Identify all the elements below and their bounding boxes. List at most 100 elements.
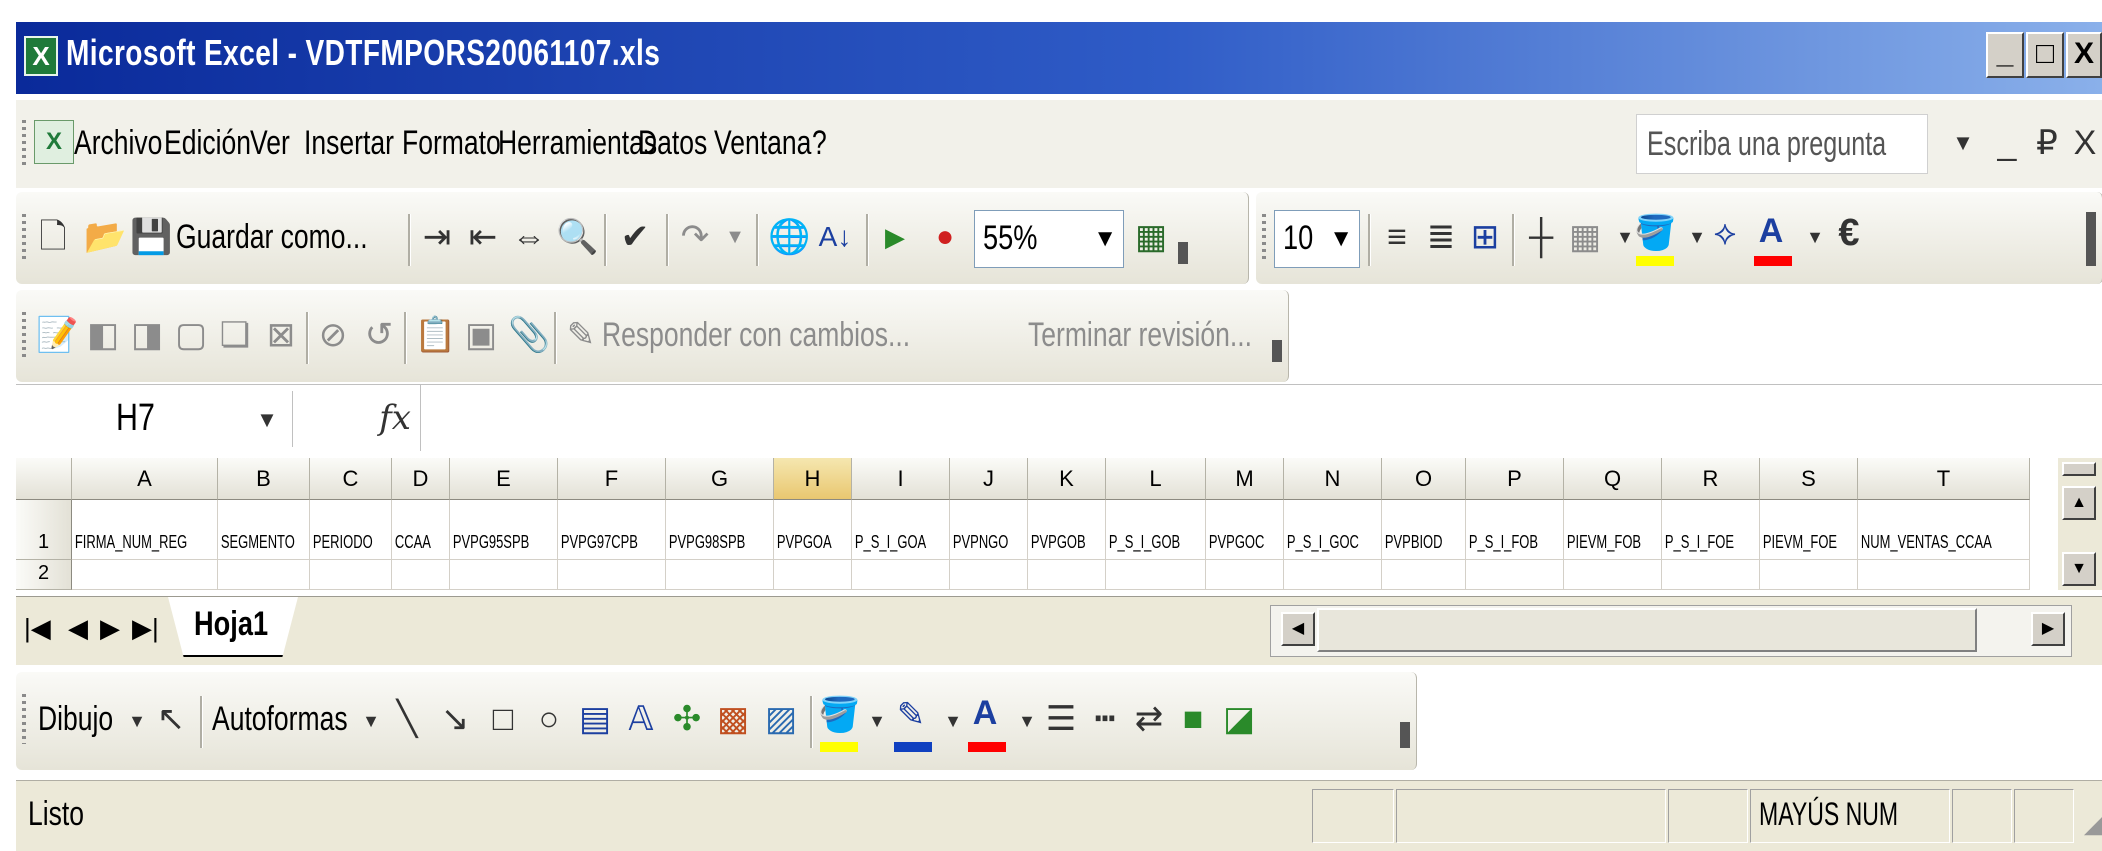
menu-help[interactable]: ? <box>812 124 827 163</box>
cell-l1[interactable]: P_S_I_GOB <box>1106 500 1206 560</box>
toolbar-grip[interactable] <box>1262 214 1266 262</box>
excel-app-icon[interactable]: X <box>24 36 58 76</box>
worksheet-grid[interactable]: ABCDEFGHIJKLMNOPQRST 1 2 FIRMA_NUM_REG SE… <box>16 458 2056 590</box>
autoshapes-dropdown-icon[interactable]: ▼ <box>352 700 390 742</box>
toolbar-options-icon[interactable] <box>1178 242 1188 264</box>
arrow-icon[interactable]: ↘ <box>436 698 474 740</box>
rectangle-icon[interactable]: □ <box>484 698 522 740</box>
line-icon[interactable]: ╲ <box>388 698 426 740</box>
cell-j1[interactable]: PVPNGO <box>950 500 1028 560</box>
cell-e2[interactable] <box>450 560 558 590</box>
outdent-icon[interactable]: ⇤ <box>464 216 502 258</box>
cell-f1[interactable]: PVPG97CPB <box>558 500 666 560</box>
column-header-p[interactable]: P <box>1466 458 1564 500</box>
cell-e1[interactable]: PVPG95SPB <box>450 500 558 560</box>
fit-width-icon[interactable]: ⇔ <box>510 216 548 258</box>
menu-herramientas[interactable]: Herramientas <box>498 124 657 163</box>
vertical-scrollbar[interactable]: ▲ ▼ <box>2058 458 2102 590</box>
align-left-icon[interactable]: ≡ <box>1378 216 1416 258</box>
resize-grip-icon[interactable]: ◢ <box>2078 799 2102 841</box>
save-icon[interactable]: 💾 <box>130 216 172 258</box>
cell-g1[interactable]: PVPG98SPB <box>666 500 774 560</box>
cell-t1[interactable]: NUM_VENTAS_CCAA <box>1858 500 2030 560</box>
column-header-a[interactable]: A <box>72 458 218 500</box>
save-as-button[interactable]: Guardar como... <box>176 218 368 257</box>
cell-t2[interactable] <box>1858 560 2030 590</box>
menu-archivo[interactable]: Archivo <box>74 124 162 163</box>
draw-font-color-icon[interactable]: A <box>966 692 1004 734</box>
doc-close-button[interactable]: X <box>2066 122 2102 164</box>
run-macro-icon[interactable]: ▶ <box>876 216 914 258</box>
row-header-1[interactable]: 1 <box>16 500 72 560</box>
menu-datos[interactable]: Datos <box>638 124 707 163</box>
draw-fill-color-icon[interactable]: 🪣 <box>818 694 860 736</box>
first-sheet-icon[interactable]: |◀ <box>24 613 51 644</box>
scroll-left-button[interactable]: ◀ <box>1281 612 1315 646</box>
cell-f2[interactable] <box>558 560 666 590</box>
menu-edicion[interactable]: Edición <box>164 124 251 163</box>
cell-s2[interactable] <box>1760 560 1858 590</box>
split-box[interactable] <box>2062 462 2096 476</box>
toolbar-grip[interactable] <box>22 120 26 168</box>
cell-c1[interactable]: PERIODO <box>310 500 392 560</box>
fill-color-icon[interactable]: 🪣 <box>1634 212 1676 254</box>
previous-comment-icon[interactable]: ◧ <box>84 314 122 356</box>
toolbar-grip[interactable] <box>22 214 26 262</box>
menu-insertar[interactable]: Insertar <box>304 124 394 163</box>
column-header-k[interactable]: K <box>1028 458 1106 500</box>
euro-style-button[interactable]: € <box>1830 212 1868 254</box>
column-header-g[interactable]: G <box>666 458 774 500</box>
3d-style-icon[interactable]: ◪ <box>1220 698 1258 740</box>
hyperlink-icon[interactable]: 🌐 <box>768 216 810 258</box>
cell-r1[interactable]: P_S_I_FOE <box>1662 500 1760 560</box>
cell-d1[interactable]: CCAA <box>392 500 450 560</box>
insert-picture-icon[interactable]: ▨ <box>762 698 800 740</box>
column-header-j[interactable]: J <box>950 458 1028 500</box>
grid-borders-icon[interactable]: ▦ <box>1566 216 1604 258</box>
scroll-down-button[interactable]: ▼ <box>2062 552 2096 586</box>
cell-b1[interactable]: SEGMENTO <box>218 500 310 560</box>
next-comment-icon[interactable]: ◨ <box>128 314 166 356</box>
show-all-comments-icon[interactable]: ❏ <box>216 314 254 356</box>
select-objects-icon[interactable]: ↖ <box>152 698 190 740</box>
doc-restore-button[interactable]: ₽ <box>2028 122 2066 164</box>
cell-h1[interactable]: PVPGOA <box>774 500 852 560</box>
cell-d2[interactable] <box>392 560 450 590</box>
cell-n2[interactable] <box>1284 560 1382 590</box>
toolbar-options-icon[interactable] <box>1272 340 1282 362</box>
record-macro-icon[interactable]: ● <box>926 216 964 258</box>
name-box[interactable]: H7 ▼ <box>22 391 293 447</box>
redo-icon[interactable]: ↷ <box>676 216 714 258</box>
column-header-e[interactable]: E <box>450 458 558 500</box>
print-preview-icon[interactable]: 🔍 <box>556 216 598 258</box>
arrow-style-icon[interactable]: ⇄ <box>1130 698 1168 740</box>
toolbar-grip[interactable] <box>22 694 26 744</box>
font-color-icon[interactable]: A <box>1752 210 1790 252</box>
accept-change-icon[interactable]: ⊘ <box>314 314 352 356</box>
font-size-combo[interactable]: 10 ▼ <box>1274 210 1360 268</box>
draw-menu-button[interactable]: Dibujo <box>38 700 113 739</box>
column-header-n[interactable]: N <box>1284 458 1382 500</box>
line-style-icon[interactable]: ☰ <box>1042 698 1080 740</box>
cell-q2[interactable] <box>1564 560 1662 590</box>
clipart-icon[interactable]: ▩ <box>714 698 752 740</box>
end-review-button[interactable]: Terminar revisión... <box>1028 316 1252 355</box>
font-color-dropdown-icon[interactable]: ▼ <box>1796 216 1834 258</box>
euro-converter-icon[interactable]: ▦ <box>1132 216 1170 258</box>
line-color-icon[interactable]: ✎ <box>892 694 930 736</box>
cell-m2[interactable] <box>1206 560 1284 590</box>
new-document-icon[interactable]: 🗋 <box>34 216 72 258</box>
redo-dropdown-icon[interactable]: ▼ <box>716 216 754 258</box>
previous-sheet-icon[interactable]: ◀ <box>68 613 88 644</box>
chevron-down-icon[interactable]: ▼ <box>248 399 286 441</box>
toolbar-options-icon[interactable] <box>1400 722 1410 748</box>
horizontal-scroll-thumb[interactable] <box>1317 608 1977 652</box>
cell-o2[interactable] <box>1382 560 1466 590</box>
select-all-corner[interactable] <box>16 458 72 500</box>
draw-fill-dropdown-icon[interactable]: ▼ <box>858 700 896 742</box>
ink-annotation-icon[interactable]: ▣ <box>462 314 500 356</box>
toolbar-grip[interactable] <box>22 312 26 360</box>
workbook-icon[interactable]: X <box>34 120 74 164</box>
cell-h2[interactable] <box>774 560 852 590</box>
row-header-2[interactable]: 2 <box>16 560 72 590</box>
